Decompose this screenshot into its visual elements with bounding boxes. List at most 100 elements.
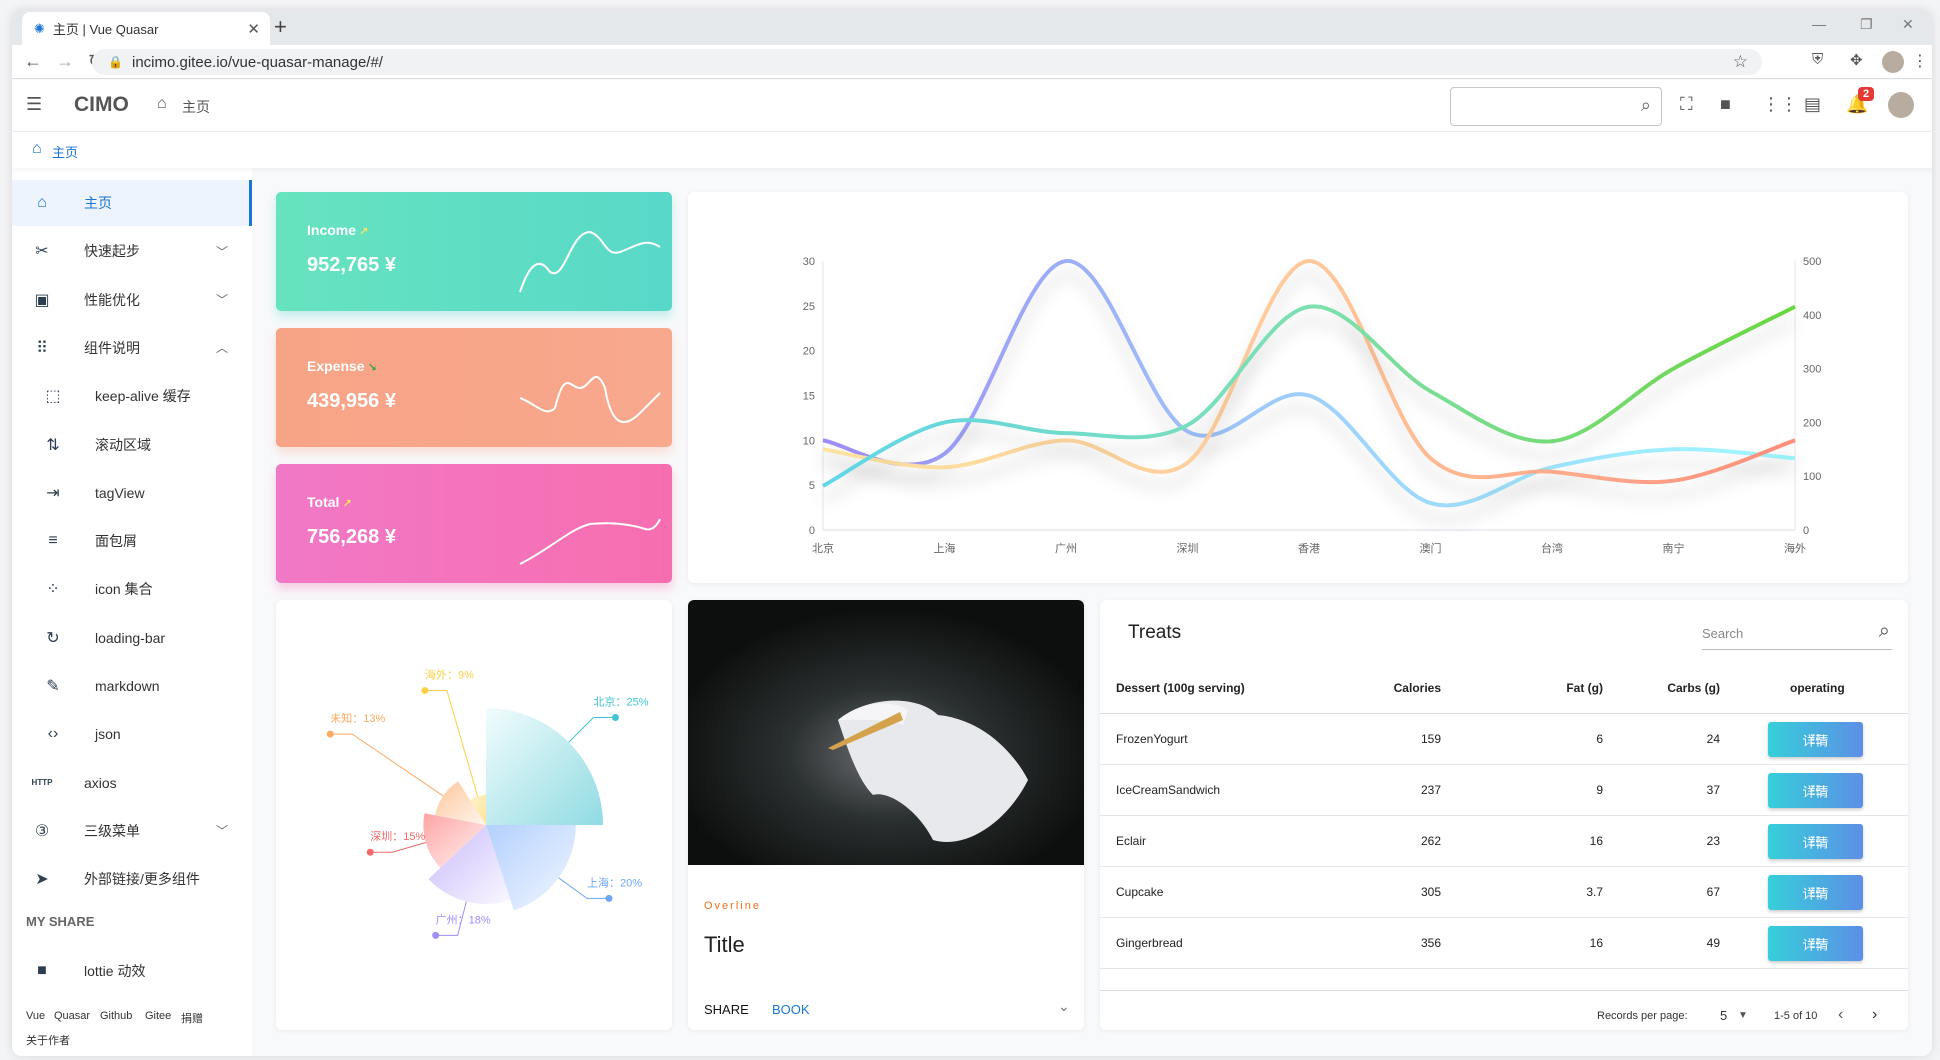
cell-carbs: 37 — [1706, 783, 1720, 797]
share-button[interactable]: SHARE — [704, 1002, 749, 1017]
sidebar-item[interactable]: ✎ markdown — [12, 663, 252, 709]
sidebar-item[interactable]: ‹› json — [12, 711, 252, 757]
url-field[interactable]: 🔒 incimo.gitee.io/vue-quasar-manage/#/ ☆ — [92, 49, 1762, 75]
video-call-icon[interactable]: ■ — [1720, 94, 1731, 115]
bookmark-star-icon[interactable]: ☆ — [1733, 52, 1748, 72]
minimize-icon[interactable]: — — [1812, 16, 1826, 32]
extensions-puzzle-icon[interactable]: ✥ — [1850, 51, 1863, 69]
chevron-down-icon[interactable]: ﹀ — [216, 822, 228, 839]
table-search-input[interactable]: Search ⌕ — [1702, 616, 1892, 650]
http-icon: HTTP — [31, 778, 53, 788]
profile-avatar[interactable] — [1882, 51, 1904, 73]
label-line — [330, 733, 444, 797]
footer-link[interactable]: 捐赠 — [181, 1010, 203, 1026]
col-carbs[interactable]: Carbs (g) — [1667, 681, 1720, 695]
sidebar-item[interactable]: ⌂ 主页 — [12, 180, 252, 226]
table-row: FrozenYogurt 159 6 24 ☷ 详情 — [1100, 714, 1908, 765]
col-calories[interactable]: Calories — [1394, 681, 1441, 695]
details-button[interactable]: ☷ 详情 — [1768, 875, 1863, 910]
sidebar-item[interactable]: ⬚ keep-alive 缓存 — [12, 373, 252, 419]
footer-link[interactable]: 关于作者 — [26, 1032, 70, 1048]
sidebar-item[interactable]: ≡ 面包屑 — [12, 518, 252, 564]
browser-tab[interactable]: ✺ 主页 | Vue Quasar ✕ — [22, 12, 270, 45]
col-operating: operating — [1790, 680, 1845, 695]
sidebar-item[interactable]: ③ 三级菜单 ﹀ — [12, 808, 252, 854]
restore-icon[interactable]: ❐ — [1860, 16, 1873, 33]
notification-badge: 2 — [1858, 87, 1875, 101]
expand-chevron-icon[interactable]: ⌄ — [1058, 998, 1070, 1015]
chevron-down-icon[interactable]: ﹀ — [216, 291, 228, 308]
x-tick: 香港 — [1298, 542, 1320, 555]
cell-carbs: 24 — [1706, 732, 1720, 746]
chevron-down-icon[interactable]: ﹀ — [216, 243, 228, 260]
footer-link[interactable]: Vue — [26, 1010, 45, 1022]
close-window-icon[interactable]: ✕ — [1902, 16, 1914, 33]
sidebar-item-label: 面包屑 — [95, 533, 137, 550]
details-button-label: 详情 — [1802, 937, 1829, 952]
sidebar-item[interactable]: ⇅ 滚动区域 — [12, 422, 252, 468]
message-icon[interactable]: ▤ — [1804, 94, 1821, 115]
fullscreen-icon[interactable]: ⛶ — [1680, 94, 1693, 115]
trend-up-icon: ↗ — [339, 498, 352, 510]
header-home-link[interactable]: 主页 — [182, 97, 210, 117]
edit-note-icon: ✎ — [46, 678, 60, 695]
forward-icon[interactable]: → — [56, 51, 74, 72]
pelican-photo — [688, 600, 1084, 865]
sidebar-item[interactable]: ✂ 快速起步 ﹀ — [12, 228, 252, 274]
breadcrumb-home[interactable]: 主页 — [52, 142, 78, 161]
search-icon[interactable]: ⌕ — [1641, 95, 1651, 116]
new-tab-icon[interactable]: + — [274, 14, 287, 40]
x-tick: 南宁 — [1663, 541, 1685, 555]
sidebar-item[interactable]: ➤ 外部链接/更多组件 — [12, 856, 252, 902]
sidebar-item[interactable]: ▣ 性能优化 ﹀ — [12, 277, 252, 323]
input-icon: ⇥ — [46, 484, 60, 502]
table-title: Treats — [1128, 622, 1182, 643]
sidebar-item[interactable]: ↻ loading-bar — [12, 615, 252, 661]
chevron-up-icon[interactable]: ︿ — [216, 339, 228, 356]
apps-grid-icon[interactable]: ⋮⋮ — [1762, 94, 1798, 115]
details-button[interactable]: ☷ 详情 — [1768, 722, 1863, 757]
footer-link[interactable]: Github — [100, 1010, 132, 1022]
ublock-shield-icon[interactable]: ⛨ — [1812, 51, 1823, 68]
sidebar-item-label: axios — [84, 774, 117, 791]
cell-carbs: 23 — [1706, 834, 1720, 848]
sidebar-item[interactable]: ⁘ icon 集合 — [12, 566, 252, 612]
col-fat[interactable]: Fat (g) — [1566, 681, 1603, 695]
pie-label-percent: % — [639, 697, 649, 709]
label-dot — [421, 687, 429, 695]
sidebar-item[interactable]: ⠿ 组件说明 ︿ — [12, 325, 252, 371]
footer-link[interactable]: Gitee — [145, 1010, 171, 1022]
sidebar-item-lottie[interactable]: ■ lottie 动效 — [12, 948, 252, 994]
pie-label-percent: % — [375, 713, 385, 725]
label-dot — [432, 931, 440, 939]
per-page-dropdown-icon[interactable]: ▼ — [1738, 1010, 1748, 1021]
col-dessert[interactable]: Dessert (100g serving) — [1116, 681, 1245, 695]
close-tab-icon[interactable]: ✕ — [247, 20, 260, 38]
book-button[interactable]: BOOK — [772, 1002, 810, 1017]
sidebar-item[interactable]: ⇥ tagView — [12, 470, 252, 516]
y-left-tick: 5 — [809, 480, 815, 492]
details-button-label: 详情 — [1802, 733, 1829, 748]
search-icon[interactable]: ⌕ — [1879, 620, 1890, 643]
details-button[interactable]: ☷ 详情 — [1768, 773, 1863, 808]
prev-page-icon[interactable]: ‹ — [1838, 1006, 1843, 1024]
sidebar-item-label: 快速起步 — [84, 243, 140, 260]
sparkline — [519, 518, 661, 565]
details-button[interactable]: ☷ 详情 — [1768, 824, 1863, 859]
next-page-icon[interactable]: › — [1872, 1006, 1877, 1024]
table-row: IceCreamSandwich 237 9 37 ☷ 详情 — [1100, 765, 1908, 816]
browser-menu-icon[interactable]: ⋮ — [1912, 51, 1928, 71]
back-icon[interactable]: ← — [24, 51, 42, 72]
per-page-select[interactable]: 5 — [1720, 1008, 1727, 1023]
records-per-page-label: Records per page: — [1597, 1010, 1688, 1022]
stat-title-text: Expense — [307, 358, 365, 374]
details-button[interactable]: ☷ 详情 — [1768, 926, 1863, 961]
menu-toggle-icon[interactable]: ☰ — [26, 94, 42, 115]
details-button-label: 详情 — [1802, 886, 1829, 901]
cell-name: FrozenYogurt — [1116, 732, 1188, 746]
sidebar-item[interactable]: HTTP axios — [12, 760, 252, 806]
user-avatar[interactable] — [1888, 92, 1914, 118]
footer-link[interactable]: Quasar — [54, 1010, 90, 1022]
label-line — [370, 841, 427, 853]
header-search-input[interactable]: ⌕ — [1450, 87, 1662, 126]
